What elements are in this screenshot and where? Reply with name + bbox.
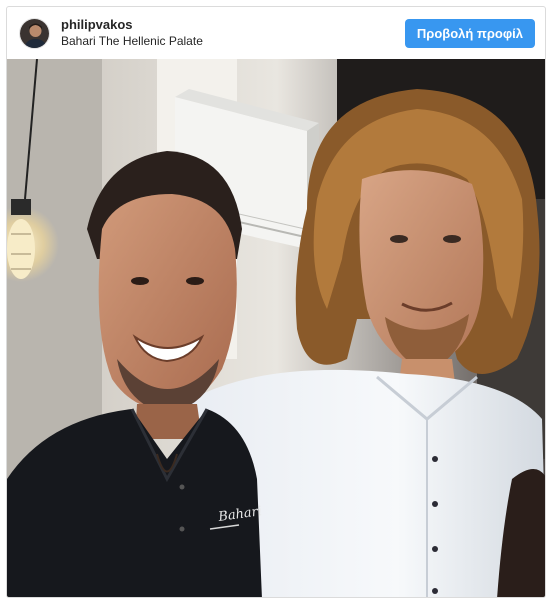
instagram-embed: philipvakos Bahari The Hellenic Palate Π… [6,6,546,598]
post-header: philipvakos Bahari The Hellenic Palate Π… [7,7,545,59]
user-info: philipvakos Bahari The Hellenic Palate [61,17,203,49]
username[interactable]: philipvakos [61,17,203,33]
view-profile-button[interactable]: Προβολή προφίλ [404,18,535,48]
location[interactable]: Bahari The Hellenic Palate [61,33,203,49]
avatar[interactable] [19,17,50,49]
post-photo[interactable]: Bahari [7,59,545,597]
